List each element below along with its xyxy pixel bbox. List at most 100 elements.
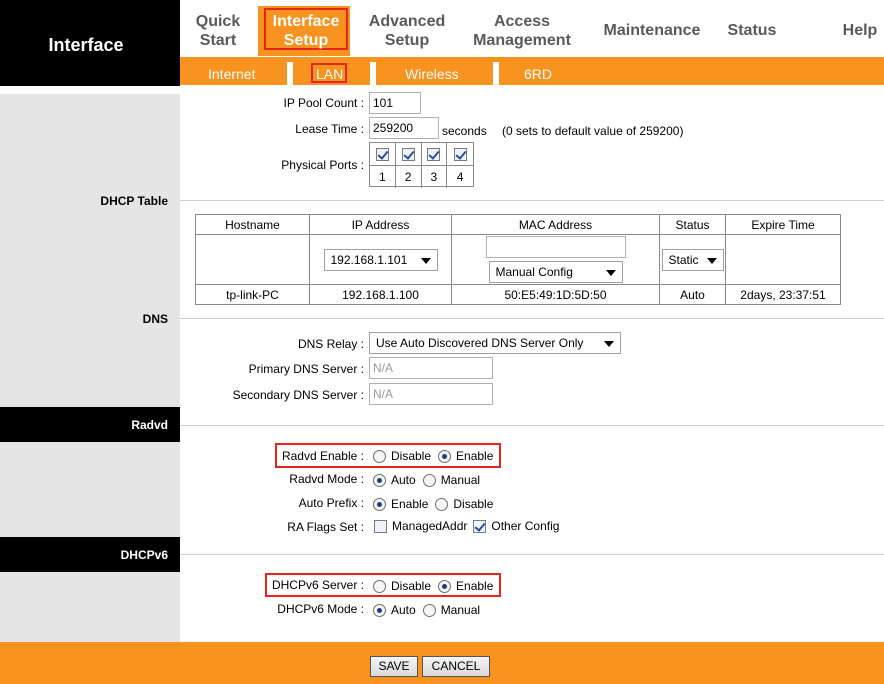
table-cell-expire: 2days, 23:37:51 [740,287,826,302]
section-label-radvd: Radvd [131,418,168,432]
nav-status[interactable]: Status [722,21,782,40]
port-2-checkbox[interactable] [401,147,415,161]
lease-time-hint: (0 sets to default value of 259200) [502,124,684,138]
section-label-dhcpv6: DHCPv6 [120,548,168,562]
table-cell-hostname: tp-link-PC [196,285,310,304]
lease-time-unit: seconds [442,124,487,138]
radvd-enable-radio[interactable] [438,449,452,463]
dhcpv6-enable-radio[interactable] [438,579,452,593]
dhcpv6-mode-label: DHCPv6 Mode : [277,602,364,616]
status-select[interactable]: Static [661,248,724,271]
nav-quick-start[interactable]: Quick Start [188,12,248,50]
ip-pool-count-field[interactable]: 101 [369,92,421,114]
section-divider [180,554,884,555]
table-cell-empty [196,235,310,285]
table-header-mac-address: MAC Address [452,215,660,235]
nav-label-line2: Start [199,32,237,49]
dns-relay-select[interactable]: Use Auto Discovered DNS Server Only [369,332,621,354]
dhcpv6-mode-auto-label: Auto [391,603,416,617]
port-number: 1 [370,166,396,188]
nav-advanced-setup[interactable]: Advanced Setup [362,12,452,50]
port-1-checkbox[interactable] [375,147,389,161]
nav-label-line2: Setup [384,32,430,49]
gap-strip [0,86,884,94]
port-number: 3 [422,166,448,188]
dhcpv6-server-label: DHCPv6 Server : [271,578,364,592]
dhcpv6-enable-label: Enable [456,579,494,593]
subnav-internet[interactable]: Internet [208,66,255,82]
nav-label-line2: Setup [283,32,329,49]
status-select-value: Static [668,252,699,267]
dhcpv6-mode-group: Auto Manual [373,603,480,617]
auto-prefix-disable-radio[interactable] [435,497,449,511]
table-cell-status: Auto [660,285,726,304]
ip-address-select[interactable]: 192.168.1.101 [323,248,438,271]
nav-label: Help [842,22,878,39]
table-header-hostname: Hostname [196,215,310,235]
subnav-separator [370,62,376,85]
ip-address-select-value: 192.168.1.101 [330,252,408,267]
radvd-disable-radio[interactable] [373,449,386,463]
section-divider [180,425,884,426]
physical-ports-label: Physical Ports : [281,158,364,172]
table-header-ip-address: IP Address [310,215,452,235]
auto-prefix-label: Auto Prefix : [298,496,364,510]
table-cell: 192.168.1.101 [310,235,452,285]
dhcpv6-disable-label: Disable [391,579,432,593]
secondary-dns-label: Secondary DNS Server : [232,388,364,402]
nav-label-line1: Quick [195,13,241,30]
nav-interface-setup[interactable]: Interface Setup [262,12,350,50]
nav-maintenance[interactable]: Maintenance [598,21,706,40]
mac-mode-select-value: Manual Config [495,265,573,279]
ra-flags-group: ManagedAddr Other Config [374,519,559,533]
dhcpv6-server-group: Disable Enable [373,579,493,593]
primary-dns-field[interactable]: N/A [369,357,493,379]
footer-bar [180,642,884,684]
port-checkbox-cell [447,143,473,165]
radvd-mode-auto-label: Auto [391,473,416,487]
dhcpv6-disable-radio[interactable] [373,579,386,593]
nav-access-management[interactable]: Access Management [466,12,578,50]
section-divider [180,200,884,201]
save-button[interactable]: SAVE [370,656,418,677]
subnav-separator [493,62,499,85]
radvd-enable-group: Disable Enable [373,449,493,463]
nav-help[interactable]: Help [838,21,882,40]
nav-label-line2: Management [473,32,571,49]
auto-prefix-enable-label: Enable [391,497,429,511]
subnav-wireless[interactable]: Wireless [405,66,459,82]
primary-dns-label: Primary DNS Server : [248,362,364,376]
radvd-mode-auto-radio[interactable] [373,473,386,487]
ra-flags-label: RA Flags Set : [287,520,364,534]
mac-mode-select[interactable]: Manual Config [488,261,623,283]
radvd-mode-manual-radio[interactable] [422,473,436,487]
lease-time-field[interactable]: 259200 [369,117,439,139]
auto-prefix-disable-label: Disable [453,497,494,511]
cancel-button[interactable]: CANCEL [422,656,490,677]
section-label-dhcp-table: DHCP Table [100,194,168,208]
port-checkbox-cell [370,143,396,165]
dhcpv6-mode-auto-radio[interactable] [373,603,386,617]
managed-addr-label: ManagedAddr [392,519,468,533]
chevron-down-icon [605,270,616,276]
secondary-dns-field[interactable]: N/A [369,383,493,405]
port-3-checkbox[interactable] [427,147,441,161]
mac-address-input[interactable] [485,236,626,258]
other-config-checkbox[interactable] [473,519,487,533]
table-header-expire-time: Expire Time [726,215,840,235]
auto-prefix-enable-radio[interactable] [373,497,386,511]
physical-ports-grid: 1 2 3 4 [369,142,474,188]
section-divider [180,318,884,319]
subnav-6rd[interactable]: 6RD [524,66,552,82]
port-4-checkbox[interactable] [453,147,467,161]
radvd-enable-option-label: Enable [456,449,494,463]
radvd-mode-manual-label: Manual [440,473,481,487]
radvd-mode-group: Auto Manual [373,473,480,487]
table-cell: Manual Config [452,235,660,285]
table-cell: Static [660,235,726,285]
managed-addr-checkbox[interactable] [374,519,387,533]
table-header-status: Status [660,215,726,235]
radvd-disable-label: Disable [391,449,432,463]
page-title: Interface [48,35,124,55]
dhcpv6-mode-manual-radio[interactable] [422,603,436,617]
